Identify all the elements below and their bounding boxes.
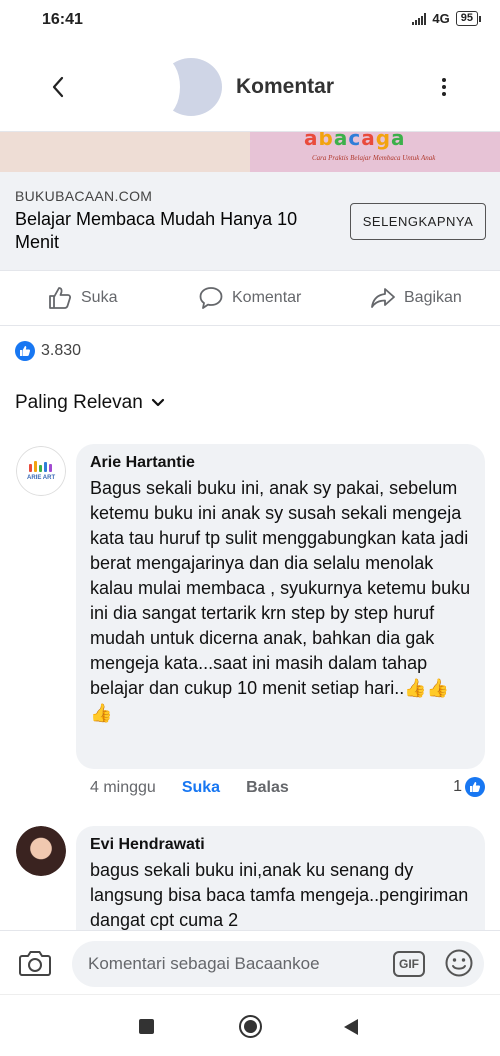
system-nav-bar [0,994,500,1056]
comment-like-count[interactable]: 1 [453,777,485,797]
page-avatar[interactable] [160,58,222,116]
status-indicators: 4G 95 [412,11,482,26]
page-title: Komentar [236,75,335,98]
link-title: Belajar Membaca Mudah Hanya 10 Menit [15,209,298,252]
comment-meta: 4 minggu Suka Balas [90,779,289,797]
comment-time[interactable]: 4 minggu [90,779,156,797]
recent-apps-icon[interactable] [139,1019,154,1034]
more-options-button[interactable] [430,72,458,102]
back-button[interactable] [38,70,78,104]
link-preview[interactable]: BUKUBACAAN.COM Belajar Membaca Mudah Han… [0,172,500,270]
link-domain: BUKUBACAAN.COM [15,188,153,204]
comment-label: Komentar [232,289,302,306]
gif-button[interactable]: GIF [393,951,425,977]
emoji-icon [445,949,473,977]
more-dot-icon [442,78,446,82]
comment-button[interactable]: Komentar [198,285,301,311]
comment-bubble[interactable]: Evi Hendrawati bagus sekali buku ini,ana… [76,826,485,930]
comment-like-button[interactable]: Suka [182,779,220,797]
comment-reply-button[interactable]: Balas [246,779,289,797]
share-icon [371,288,395,308]
like-label: Suka [81,289,118,306]
back-triangle-icon[interactable] [344,1019,358,1035]
header: Komentar [0,40,500,132]
comment-text: Bagus sekali buku ini, anak sy pakai, se… [90,478,471,723]
share-button[interactable]: Bagikan [370,285,462,311]
banner-logo: abacaga [304,132,406,150]
more-dot-icon [442,92,446,96]
comment-text: bagus sekali buku ini,anak ku senang dy … [90,860,469,930]
comment-icon [199,287,223,309]
back-arrow-icon [52,76,64,98]
sort-dropdown[interactable]: Paling Relevan [15,392,165,414]
avatar-text: ARIE ART [27,475,56,481]
more-dot-icon [442,85,446,89]
like-reaction-icon [15,341,35,361]
share-label: Bagikan [404,289,462,306]
banner-tagline: Cara Praktis Belajar Membaca Untuk Anak [312,154,436,162]
comment-item: Evi Hendrawati bagus sekali buku ini,ana… [0,826,500,930]
emoji-button[interactable] [444,948,474,978]
thumbs-up-icon [49,287,72,309]
compose-bar: GIF [0,930,500,994]
like-reaction-icon [465,777,485,797]
post-action-bar: Suka Komentar Bagikan [0,270,500,326]
camera-icon [19,951,51,976]
status-time: 16:41 [42,11,83,28]
camera-button[interactable] [18,947,52,979]
arie-art-logo: ARIE ART [16,446,66,496]
battery-icon: 95 [455,11,482,26]
status-bar: 16:41 4G 95 [0,0,500,40]
chevron-down-icon [151,398,164,407]
avatar[interactable] [16,826,66,876]
banner-left-panel [0,132,250,172]
comment-author[interactable]: Arie Hartantie [90,454,471,472]
like-button[interactable]: Suka [47,285,117,311]
post-image[interactable]: abacaga Cara Praktis Belajar Membaca Unt… [0,132,500,172]
comment-like-number: 1 [453,778,462,795]
profile-photo [16,826,66,876]
home-icon[interactable] [239,1015,262,1038]
read-more-button[interactable]: SELENGKAPNYA [350,203,486,240]
comment-author[interactable]: Evi Hendrawati [90,836,471,854]
reaction-count: 3.830 [41,342,82,359]
comment-bubble[interactable]: Arie Hartantie Bagus sekali buku ini, an… [76,444,485,769]
network-label: 4G [432,11,450,26]
avatar[interactable]: ARIE ART [16,446,66,496]
reaction-summary[interactable]: 3.830 [15,341,81,361]
sort-label: Paling Relevan [15,392,143,413]
signal-icon [412,12,427,25]
